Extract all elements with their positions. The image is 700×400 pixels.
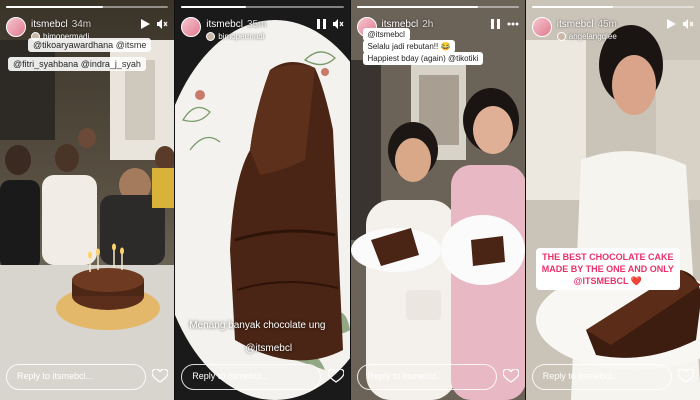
story-panel-4[interactable]: itsmebcl 45m angelangqiee THE BEST CHOCOL…	[524, 0, 700, 400]
story-4-photo	[525, 0, 700, 400]
text-sticker: Happiest bday (again) @tikotiki	[362, 52, 484, 65]
story-progress-bar	[356, 6, 519, 8]
mention-sticker[interactable]: @tikoaryawardhana @itsme	[28, 38, 152, 52]
play-icon[interactable]	[141, 19, 151, 29]
mute-icon[interactable]	[683, 19, 694, 29]
reply-input[interactable]: Reply to itsmebcl...	[531, 364, 672, 390]
story-header: itsmebcl 35m bimopermadi	[181, 15, 343, 47]
timestamp: 35m	[246, 19, 267, 30]
avatar[interactable]	[6, 17, 26, 37]
story-caption: Menang banyak chocolate ung	[189, 320, 326, 331]
story-controls	[490, 19, 519, 29]
shared-from[interactable]: angelangqiee	[556, 32, 617, 41]
play-icon[interactable]	[667, 19, 676, 29]
heart-icon[interactable]	[502, 368, 520, 388]
username[interactable]: itsmebcl 34m	[31, 19, 91, 30]
username[interactable]: itsmebcl 35m	[206, 19, 266, 30]
timestamp: 34m	[71, 19, 92, 30]
timestamp: 2h	[422, 19, 434, 30]
avatar[interactable]	[181, 17, 202, 37]
caption-mention[interactable]: @ITSMEBCL ❤️	[542, 275, 674, 287]
story-panel-3[interactable]: itsmebcl 2h @itsmebcl Selalu jadi rebutan…	[349, 0, 525, 400]
mention-sticker[interactable]: @fitri_syahbana @indra_j_syah	[8, 57, 146, 71]
story-2-photo	[175, 0, 350, 400]
timestamp: 45m	[597, 19, 617, 30]
mute-icon[interactable]	[157, 19, 168, 29]
pause-icon[interactable]	[490, 19, 500, 29]
reply-input[interactable]: Reply to itsmebcl...	[181, 364, 322, 390]
story-controls	[316, 19, 344, 29]
story-controls	[141, 19, 168, 29]
more-icon[interactable]	[507, 22, 519, 26]
story-controls	[667, 19, 694, 29]
caption-line: THE BEST CHOCOLATE CAKE	[542, 252, 674, 262]
shared-avatar	[206, 32, 216, 41]
reply-input[interactable]: Reply to itsmebcl...	[6, 364, 146, 390]
avatar[interactable]	[531, 17, 552, 37]
story-progress-bar	[6, 6, 169, 8]
story-panel-1[interactable]: itsmebcl 34m bimopermadi @tikoaryawardhan…	[0, 0, 175, 400]
story-caption-mention[interactable]: @itsmebcl	[245, 343, 292, 354]
story-panel-2[interactable]: itsmebcl 35m bimopermadi Menang banyak ch…	[174, 0, 350, 400]
heart-icon[interactable]	[677, 368, 695, 388]
story-header: itsmebcl 45m angelangqiee	[531, 15, 694, 47]
story-progress-bar	[181, 6, 344, 8]
stories-strip: itsmebcl 34m bimopermadi @tikoaryawardhan…	[0, 0, 700, 400]
mute-icon[interactable]	[332, 19, 344, 29]
reply-input[interactable]: Reply to itsmebcl...	[356, 364, 497, 390]
caption-sticker: THE BEST CHOCOLATE CAKE MADE BY THE ONE …	[535, 248, 680, 290]
shared-avatar	[556, 32, 566, 41]
story-progress-bar	[531, 6, 694, 8]
caption-line: MADE BY THE ONE AND ONLY	[541, 264, 674, 274]
heart-icon[interactable]	[326, 368, 345, 388]
heart-icon[interactable]	[151, 368, 169, 388]
shared-from[interactable]: bimopermadi	[206, 32, 265, 41]
pause-icon[interactable]	[316, 19, 326, 29]
username[interactable]: itsmebcl 45m	[557, 19, 617, 30]
